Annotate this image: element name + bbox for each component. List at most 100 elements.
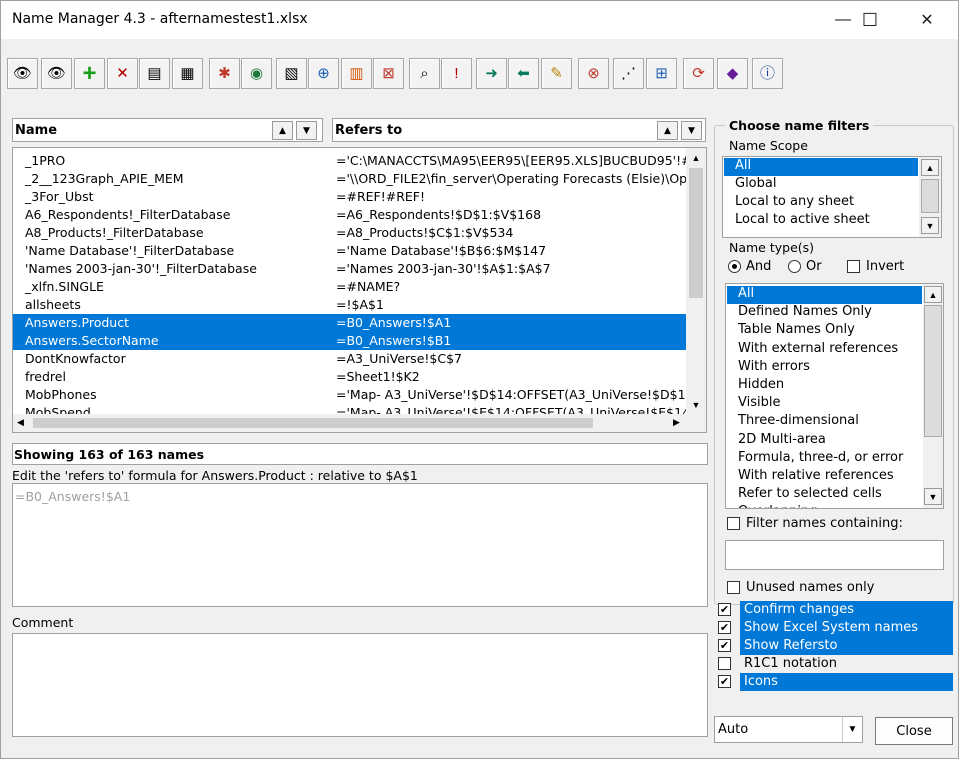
scope-scroll-up-icon[interactable]: ▲ bbox=[921, 159, 939, 176]
option-checkbox[interactable]: ✔ bbox=[718, 675, 731, 688]
export-button[interactable]: ⊞ bbox=[646, 58, 677, 89]
type-item[interactable]: With errors bbox=[727, 359, 922, 377]
table-row[interactable]: _1PRO ='C:\MANACCTS\MA95\EER95\[EER95.XLS… bbox=[13, 152, 686, 170]
package-button[interactable]: ◆ bbox=[717, 58, 748, 89]
type-scroll-up-icon[interactable]: ▲ bbox=[924, 286, 942, 303]
scroll-down-icon[interactable]: ▼ bbox=[687, 396, 705, 413]
option-checkbox[interactable] bbox=[718, 657, 731, 670]
names-list[interactable]: _1PRO ='C:\MANACCTS\MA95\EER95\[EER95.XLS… bbox=[12, 147, 707, 433]
filter-containing-checkbox[interactable] bbox=[727, 517, 740, 530]
type-item[interactable]: With external references bbox=[727, 341, 922, 359]
column-header-refers[interactable]: Refers to ▲ ▼ bbox=[332, 118, 706, 142]
table-row[interactable]: DontKnowfactor =A3_UniVerse!$C$7 bbox=[13, 350, 686, 368]
type-item[interactable]: Visible bbox=[727, 395, 922, 413]
delete-table-button[interactable]: ⊠ bbox=[373, 58, 404, 89]
scroll-left-icon[interactable]: ◀ bbox=[17, 417, 24, 428]
table-row[interactable]: _2__123Graph_APIE_MEM ='\\ORD_FILE2\fin_s… bbox=[13, 170, 686, 188]
option-item[interactable]: ✔ Show Excel System names bbox=[715, 619, 953, 637]
type-scroll-down-icon[interactable]: ▼ bbox=[924, 488, 942, 505]
type-item[interactable]: With relative references bbox=[727, 468, 922, 486]
option-checkbox[interactable]: ✔ bbox=[718, 621, 731, 634]
option-checkbox[interactable]: ✔ bbox=[718, 603, 731, 616]
mode-dropdown[interactable]: Auto ▼ bbox=[714, 716, 863, 743]
evaluate-button[interactable]: ✱ bbox=[209, 58, 240, 89]
table-row[interactable]: allsheets =!$A$1 bbox=[13, 296, 686, 314]
names-vertical-scrollbar[interactable]: ▲ ▼ bbox=[686, 148, 706, 414]
maximize-button[interactable]: ☐ bbox=[844, 1, 896, 39]
table-row[interactable]: Answers.SectorName =B0_Answers!$B1 bbox=[13, 332, 686, 350]
option-item[interactable]: ✔ Show Refersto bbox=[715, 637, 953, 655]
delete-sheet-button[interactable]: ⊗ bbox=[578, 58, 609, 89]
type-scroll-thumb[interactable] bbox=[924, 305, 942, 437]
type-item[interactable]: Hidden bbox=[727, 377, 922, 395]
option-item[interactable]: ✔ Confirm changes bbox=[715, 601, 953, 619]
back-button[interactable]: ⬅ bbox=[508, 58, 539, 89]
forward-button[interactable]: ➜ bbox=[476, 58, 507, 89]
close-button[interactable]: Close bbox=[875, 717, 953, 745]
comment-editor[interactable] bbox=[12, 633, 708, 737]
refresh-button[interactable]: ⟳ bbox=[683, 58, 714, 89]
table-row[interactable]: _3For_Ubst =#REF!#REF! bbox=[13, 188, 686, 206]
scope-list[interactable]: All Global Local to any sheet Local to acti… bbox=[722, 156, 942, 238]
scroll-right-icon[interactable]: ▶ bbox=[673, 417, 680, 428]
table-row[interactable]: fredrel =Sheet1!$K2 bbox=[13, 368, 686, 386]
type-item[interactable]: Overlapping bbox=[727, 504, 922, 508]
table-row[interactable]: A8_Products!_FilterDatabase =A8_Products!… bbox=[13, 224, 686, 242]
close-window-button[interactable]: ✕ bbox=[901, 1, 953, 39]
globe-button[interactable]: ◉ bbox=[241, 58, 272, 89]
lookup-button[interactable]: ⌕ bbox=[409, 58, 440, 89]
sort-desc-name-button[interactable]: ▼ bbox=[296, 121, 317, 140]
scope-scroll-thumb[interactable] bbox=[921, 179, 939, 213]
table-row[interactable]: 'Name Database'!_FilterDatabase ='Name Da… bbox=[13, 242, 686, 260]
add-name-button[interactable]: + bbox=[74, 58, 105, 89]
option-checkbox[interactable]: ✔ bbox=[718, 639, 731, 652]
unused-checkbox[interactable] bbox=[727, 581, 740, 594]
formula-text[interactable]: =B0_Answers!$A1 bbox=[15, 489, 130, 504]
table-row[interactable]: A6_Respondents!_FilterDatabase =A6_Respon… bbox=[13, 206, 686, 224]
sort-button[interactable]: ⋰ bbox=[613, 58, 644, 89]
table-row[interactable]: 'Names 2003-jan-30'!_FilterDatabase ='Nam… bbox=[13, 260, 686, 278]
type-item[interactable]: Defined Names Only bbox=[727, 304, 922, 322]
hide-names-button[interactable]: 👁 bbox=[7, 58, 38, 89]
scope-scrollbar[interactable]: ▲ ▼ bbox=[919, 157, 941, 237]
scroll-up-icon[interactable]: ▲ bbox=[687, 149, 705, 166]
invert-checkbox[interactable] bbox=[847, 260, 860, 273]
and-radio[interactable] bbox=[728, 260, 741, 273]
or-radio[interactable] bbox=[788, 260, 801, 273]
scroll-thumb[interactable] bbox=[689, 168, 703, 298]
filter-containing-input[interactable] bbox=[725, 540, 944, 570]
scope-item[interactable]: Local to any sheet bbox=[724, 194, 918, 212]
scope-item[interactable]: Local to active sheet bbox=[724, 212, 918, 230]
list-names-button[interactable]: ▤ bbox=[139, 58, 170, 89]
alert-button[interactable]: ! bbox=[441, 58, 472, 89]
table-row[interactable]: MobSpend ='Map- A3_UniVerse'!$E$14:OFFSET… bbox=[13, 404, 686, 414]
type-item[interactable]: Table Names Only bbox=[727, 322, 922, 340]
type-item[interactable]: All bbox=[727, 286, 922, 304]
chevron-down-icon[interactable]: ▼ bbox=[842, 717, 862, 742]
sort-asc-name-button[interactable]: ▲ bbox=[272, 121, 293, 140]
option-item[interactable]: ✔ Icons bbox=[715, 673, 953, 691]
names-horizontal-scrollbar[interactable]: ◀ ▶ bbox=[13, 414, 706, 432]
type-item[interactable]: Formula, three-d, or error bbox=[727, 450, 922, 468]
delete-name-button[interactable]: ✕ bbox=[107, 58, 138, 89]
hscroll-thumb[interactable] bbox=[33, 418, 593, 428]
list-names-2-button[interactable]: ▦ bbox=[172, 58, 203, 89]
column-header-name[interactable]: Name ▲ ▼ bbox=[12, 118, 323, 142]
sort-desc-refers-button[interactable]: ▼ bbox=[681, 121, 702, 140]
scope-item[interactable]: All bbox=[724, 158, 918, 176]
table-row[interactable]: _xlfn.SINGLE =#NAME? bbox=[13, 278, 686, 296]
option-item[interactable]: R1C1 notation bbox=[715, 655, 953, 673]
table-button[interactable]: ▥ bbox=[341, 58, 372, 89]
chart-button[interactable]: ▧ bbox=[276, 58, 307, 89]
type-scrollbar[interactable]: ▲ ▼ bbox=[923, 284, 943, 508]
scope-item[interactable]: Global bbox=[724, 176, 918, 194]
scope-scroll-down-icon[interactable]: ▼ bbox=[921, 217, 939, 234]
formula-editor[interactable]: =B0_Answers!$A1 bbox=[12, 483, 708, 607]
type-list[interactable]: All Defined Names Only Table Names Only Wit… bbox=[725, 283, 944, 509]
table-row[interactable]: MobPhones ='Map- A3_UniVerse'!$D$14:OFFSE… bbox=[13, 386, 686, 404]
type-item[interactable]: Three-dimensional bbox=[727, 413, 922, 431]
type-item[interactable]: 2D Multi-area bbox=[727, 432, 922, 450]
info-button[interactable]: ⓘ bbox=[752, 58, 783, 89]
table-row[interactable]: Answers.Product =B0_Answers!$A1 bbox=[13, 314, 686, 332]
type-item[interactable]: Refer to selected cells bbox=[727, 486, 922, 504]
